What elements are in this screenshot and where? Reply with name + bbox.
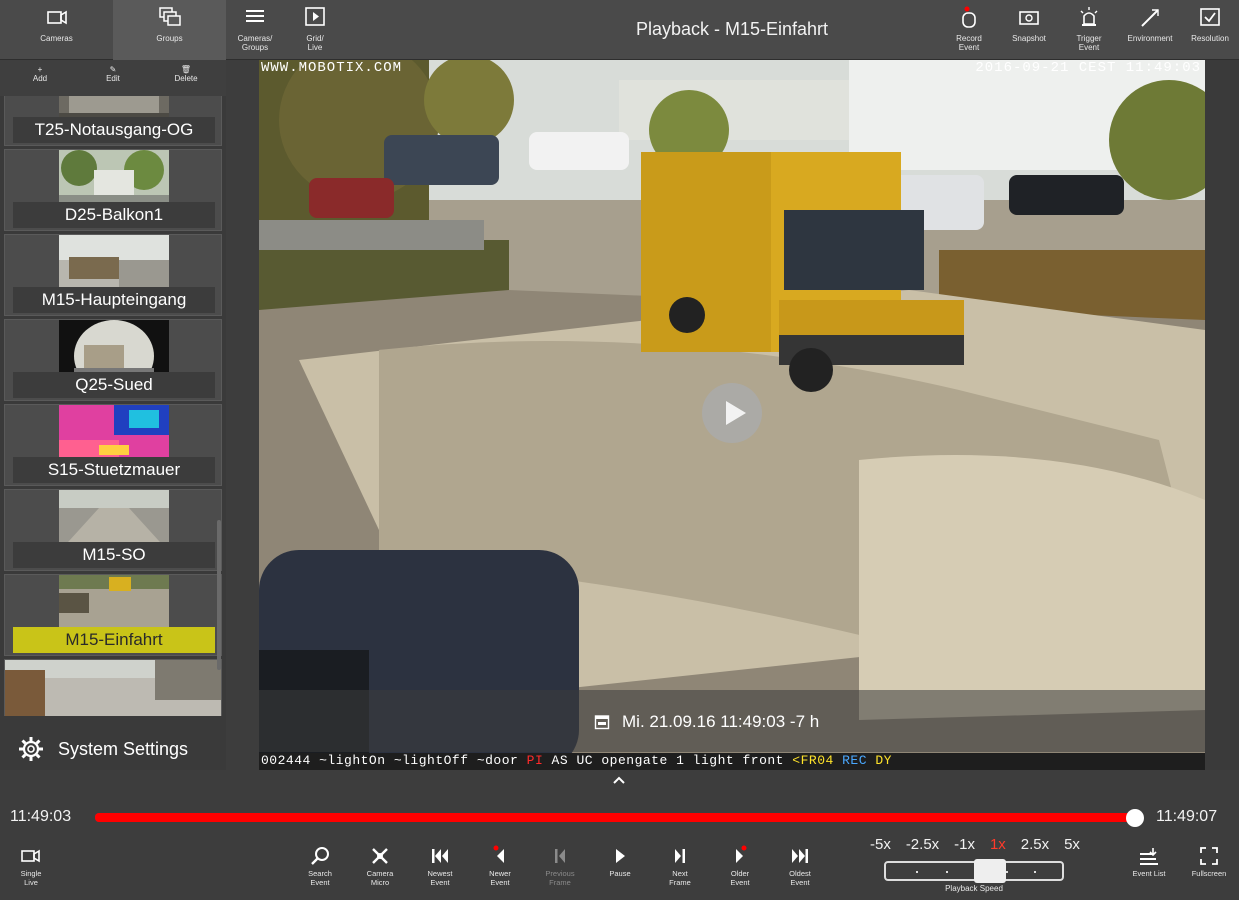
previous-frame-button[interactable]: Previous Frame xyxy=(535,845,585,887)
speed-tick xyxy=(946,871,948,873)
video-right-margin xyxy=(1205,60,1239,770)
trigger-event-icon xyxy=(1080,7,1098,26)
groups-button[interactable]: Groups xyxy=(113,0,226,60)
add-button[interactable]: + Add xyxy=(10,65,70,84)
camera-thumbnail xyxy=(5,660,221,716)
event-list-icon xyxy=(1140,848,1158,865)
next-frame-button[interactable]: Next Frame xyxy=(655,845,705,887)
playback-controls: 11:49:03 11:49:07 Single Live Search Eve… xyxy=(0,770,1239,900)
play-overlay-button[interactable] xyxy=(702,383,762,443)
search-event-button[interactable]: Search Event xyxy=(295,845,345,887)
page-title: Playback - M15-Einfahrt xyxy=(635,19,829,39)
camera-item-d25-balkon1[interactable]: D25-Balkon1 xyxy=(4,149,222,231)
timeline-start-time: 11:49:03 xyxy=(10,808,72,825)
grid-live-button[interactable]: Grid/ Live xyxy=(286,0,344,60)
timestamp-text: Mi. 21.09.16 11:49:03 -7 h xyxy=(622,712,820,731)
cameras-button[interactable]: Cameras xyxy=(0,0,113,60)
cameras-groups-button[interactable]: Cameras/ Groups xyxy=(226,0,284,60)
fullscreen-icon xyxy=(1200,847,1218,865)
sidebar-toolbar: + Add ✎ Edit 🗑 Delete xyxy=(0,60,226,96)
app-window: Cameras Groups Cameras/ Groups Grid/ Liv… xyxy=(0,0,1239,900)
osd-event-bar: 002444 ~lightOn ~lightOff ~door PI AS UC… xyxy=(259,753,1205,770)
camera-item-m15-einfahrt[interactable]: M15-Einfahrt xyxy=(4,574,222,656)
speed-tick xyxy=(1006,871,1008,873)
timeline-end-time: 11:49:07 xyxy=(1156,808,1218,825)
record-event-button[interactable]: Record Event xyxy=(944,0,994,60)
sidebar-scrollbar[interactable] xyxy=(217,520,221,670)
oldest-event-icon xyxy=(792,849,808,863)
resolution-button[interactable]: Resolution xyxy=(1184,0,1236,60)
trigger-event-button[interactable]: Trigger Event xyxy=(1064,0,1114,60)
speed-tick xyxy=(1034,871,1036,873)
speed-option[interactable]: -5x xyxy=(870,836,891,853)
environment-icon xyxy=(1141,9,1159,27)
speed-option[interactable]: -1x xyxy=(954,836,975,853)
environment-button[interactable]: Environment xyxy=(1124,0,1176,60)
edit-button[interactable]: ✎ Edit xyxy=(83,65,143,84)
delete-button[interactable]: 🗑 Delete xyxy=(156,65,216,84)
newer-event-icon xyxy=(493,845,504,863)
camera-item-preview[interactable] xyxy=(4,659,222,716)
search-icon xyxy=(311,847,329,865)
gear-icon xyxy=(19,737,43,761)
camera-list: T25-Notausgang-OG D25-Balkon1 M15-Haupte… xyxy=(0,96,226,716)
speed-slider-handle[interactable] xyxy=(974,859,1006,883)
single-live-icon xyxy=(21,849,40,863)
groups-icon xyxy=(158,7,181,26)
osd-datetime: 2016-09-21 CEST 11:49:03 xyxy=(975,60,1201,76)
snapshot-button[interactable]: Snapshot xyxy=(1004,0,1054,60)
playback-speed-slider[interactable] xyxy=(884,859,1064,883)
system-settings-button[interactable]: System Settings xyxy=(0,728,226,770)
speed-tick xyxy=(916,871,918,873)
timeline-progress xyxy=(95,813,1135,822)
snapshot-icon xyxy=(1019,11,1039,25)
newest-event-button[interactable]: Newest Event xyxy=(415,845,465,887)
playback-timestamp: Mi. 21.09.16 11:49:03 -7 h xyxy=(594,712,819,732)
top-toolbar: Cameras Groups Cameras/ Groups Grid/ Liv… xyxy=(0,0,1239,60)
camera-item-t25-notausgang-og[interactable]: T25-Notausgang-OG xyxy=(4,96,222,146)
oldest-event-button[interactable]: Oldest Event xyxy=(775,845,825,887)
pause-button[interactable]: Pause xyxy=(595,845,645,878)
record-event-icon xyxy=(962,6,976,28)
edit-icon: ✎ xyxy=(109,65,117,74)
add-icon: + xyxy=(37,65,43,74)
speed-option[interactable]: 5x xyxy=(1064,836,1080,853)
grid-live-icon xyxy=(305,7,325,26)
video-player[interactable]: WWW.MOBOTIX.COM 2016-09-21 CEST 11:49:03… xyxy=(259,60,1205,770)
timestamp-overlay: Mi. 21.09.16 11:49:03 -7 h xyxy=(259,690,1205,752)
next-frame-icon xyxy=(675,849,685,863)
older-event-icon xyxy=(736,845,747,863)
previous-frame-icon xyxy=(555,849,565,863)
camera-icon xyxy=(46,10,67,25)
resolution-icon xyxy=(1200,8,1220,26)
timeline-handle[interactable] xyxy=(1126,809,1144,827)
delete-icon: 🗑 xyxy=(180,65,192,74)
camera-item-s15-stuetzmauer[interactable]: S15-Stuetzmauer xyxy=(4,404,222,486)
camera-micro-button[interactable]: Camera Micro xyxy=(355,845,405,887)
fullscreen-button[interactable]: Fullscreen xyxy=(1184,845,1234,878)
camera-sidebar: + Add ✎ Edit 🗑 Delete T25-Notausgang-OG D25… xyxy=(0,60,226,770)
event-list-button[interactable]: Event List xyxy=(1124,845,1174,878)
camera-item-q25-sued[interactable]: Q25-Sued xyxy=(4,319,222,401)
timeline-slider[interactable] xyxy=(95,809,1144,827)
newest-event-icon xyxy=(432,849,448,863)
osd-watermark: WWW.MOBOTIX.COM xyxy=(261,60,403,76)
system-settings-label: System Settings xyxy=(58,738,189,759)
camera-micro-icon xyxy=(372,848,388,864)
camera-item-m15-haupteingang[interactable]: M15-Haupteingang xyxy=(4,234,222,316)
playback-speed-label: Playback Speed xyxy=(945,884,1003,893)
chevron-up-icon[interactable] xyxy=(611,774,627,786)
play-icon xyxy=(616,849,625,863)
playback-speed-options: -5x -2.5x -1x 1x 2.5x 5x xyxy=(870,836,1080,853)
newer-event-button[interactable]: Newer Event xyxy=(475,845,525,887)
list-icon xyxy=(246,10,264,22)
calendar-icon xyxy=(594,715,610,730)
speed-option[interactable]: -2.5x xyxy=(906,836,939,853)
speed-option[interactable]: 2.5x xyxy=(1021,836,1049,853)
single-live-button[interactable]: Single Live xyxy=(6,845,56,887)
camera-item-m15-so[interactable]: M15-SO xyxy=(4,489,222,571)
older-event-button[interactable]: Older Event xyxy=(715,845,765,887)
speed-option-selected[interactable]: 1x xyxy=(990,836,1006,853)
